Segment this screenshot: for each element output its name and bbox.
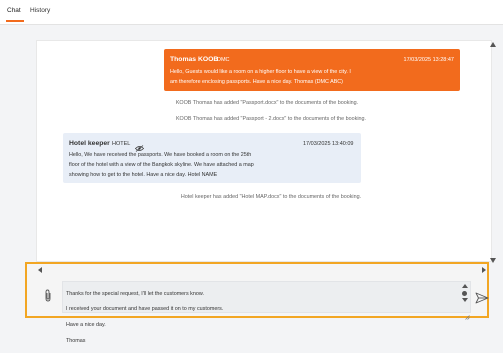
input-scroll-down-icon[interactable]: [462, 298, 468, 302]
active-tab-indicator: [6, 20, 24, 22]
message-timestamp: 17/03/2025 13:40:09: [303, 140, 354, 147]
message-role: HOTEL: [112, 140, 131, 147]
input-line: I received your document and have passed…: [66, 306, 224, 313]
tab-history[interactable]: History: [30, 7, 50, 14]
scroll-up-arrow-icon[interactable]: [490, 42, 496, 47]
message-role: DMC: [217, 56, 230, 63]
message-input-text[interactable]: Thanks for the special request, I'll let…: [66, 283, 446, 353]
message-line: Hello, We have received the passports. W…: [69, 152, 252, 158]
tab-chat[interactable]: Chat: [7, 7, 21, 14]
scroll-down-arrow-icon[interactable]: [490, 258, 496, 263]
message-line: showing how to get to the hotel. Have a …: [69, 172, 218, 178]
resize-grip-icon[interactable]: [465, 307, 470, 325]
message-line: floor of the hotel with a view of the Ba…: [69, 162, 254, 168]
input-line: Have a nice day.: [66, 321, 106, 328]
message-body: Hello, We have received the passports. W…: [69, 150, 274, 180]
message-bubble-dmc: Thomas KOOB DMC 17/03/2025 13:28:47 Hell…: [164, 49, 460, 91]
paperclip-icon[interactable]: [44, 289, 52, 307]
input-line: Thomas: [66, 337, 86, 344]
scroll-left-arrow-icon[interactable]: [38, 267, 42, 273]
send-icon[interactable]: [475, 291, 489, 309]
message-sender: Hotel keeper: [69, 140, 110, 147]
scroll-right-arrow-icon[interactable]: [482, 267, 486, 273]
input-line: Thanks for the special request, I'll let…: [66, 290, 204, 297]
message-bubble-hotel: Hotel keeper HOTEL 17/03/2025 13:40:09 H…: [63, 133, 361, 183]
tab-bar: Chat History: [0, 0, 503, 25]
system-notice: KOOB Thomas has added "Passport.docx" to…: [175, 100, 359, 106]
system-notice: KOOB Thomas has added "Passport - 2.docx…: [175, 116, 367, 122]
message-line: am therefore enclosing passports. Have a…: [170, 78, 343, 85]
message-timestamp: 17/03/2025 13:28:47: [403, 56, 454, 63]
message-sender: Thomas KOOB: [170, 56, 219, 63]
message-line: Hello, Guests would like a room on a hig…: [170, 69, 351, 75]
input-scroll-thumb-icon[interactable]: [462, 291, 467, 296]
message-body: Hello, Guests would like a room on a hig…: [170, 68, 385, 87]
system-notice: Hotel keeper has added "Hotel MAP.docx" …: [180, 194, 362, 200]
input-scroll-up-icon[interactable]: [462, 284, 468, 288]
